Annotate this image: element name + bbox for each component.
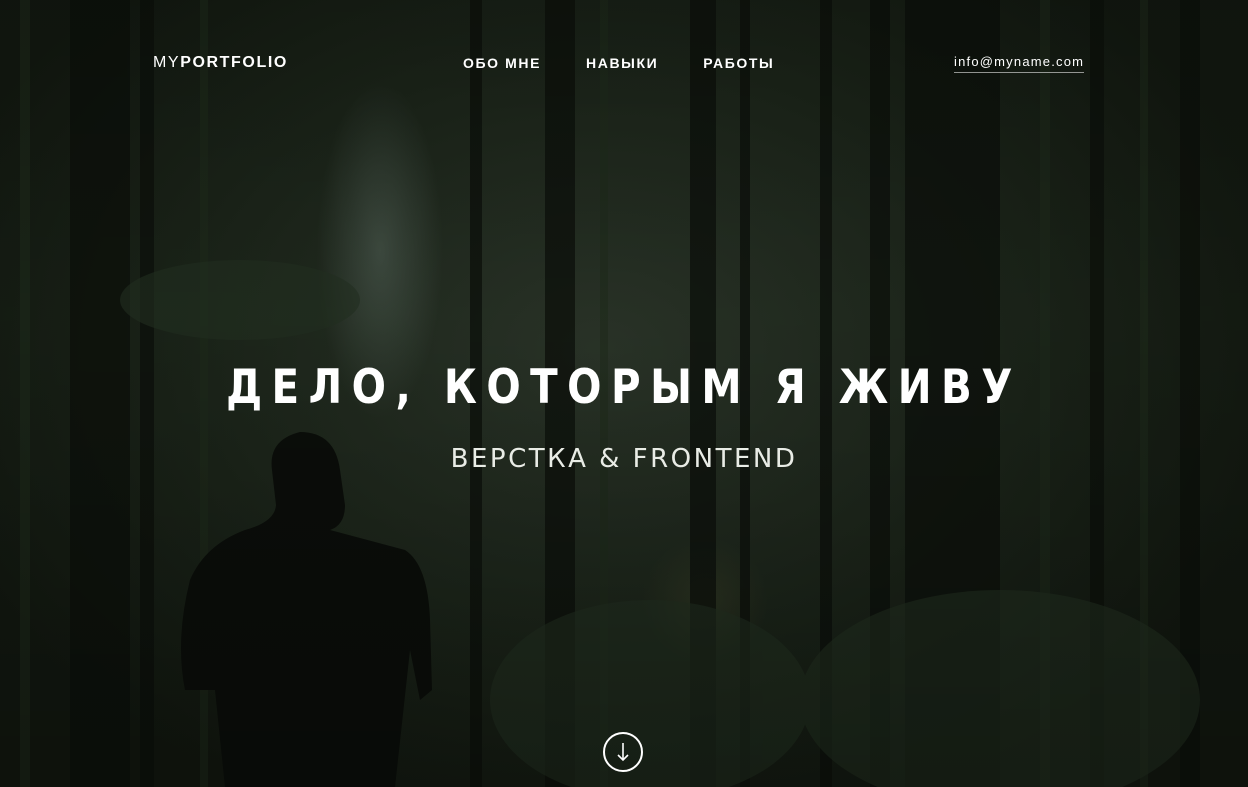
scroll-down-button[interactable]: [603, 732, 643, 772]
arrow-down-icon: [617, 743, 629, 762]
nav-item-works[interactable]: РАБОТЫ: [703, 55, 774, 71]
nav-item-skills[interactable]: НАВЫКИ: [586, 55, 658, 71]
email-link[interactable]: info@myname.com: [954, 54, 1085, 73]
site-logo[interactable]: MYPORTFOLIO: [153, 54, 288, 72]
nav-item-about[interactable]: ОБО МНЕ: [463, 55, 541, 71]
logo-name: PORTFOLIO: [180, 54, 288, 71]
hero-subtitle: ВЕРСТКА & FRONTEND: [450, 444, 798, 474]
logo-prefix: MY: [153, 54, 181, 71]
hero-title: ДЕЛО, КОТОРЫМ Я ЖИВУ: [226, 360, 1022, 415]
main-nav: ОБО МНЕ НАВЫКИ РАБОТЫ: [463, 55, 819, 71]
hero-section: MYPORTFOLIO ОБО МНЕ НАВЫКИ РАБОТЫ info@m…: [0, 0, 1248, 787]
